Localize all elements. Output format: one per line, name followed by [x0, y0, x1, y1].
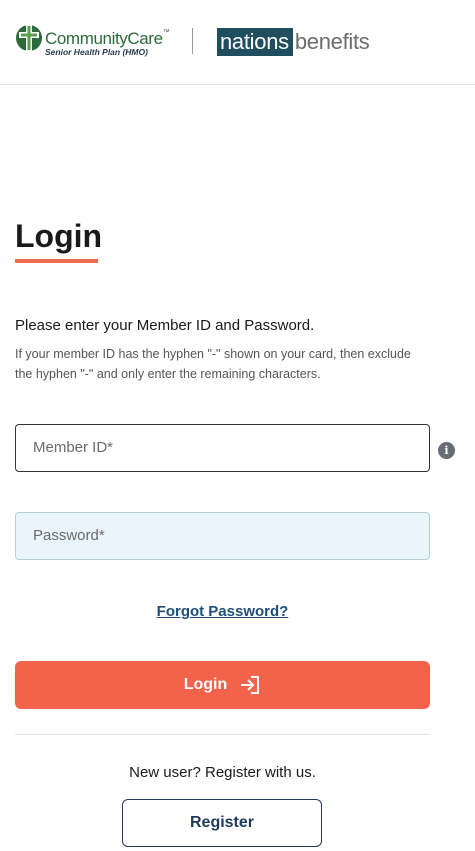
brand-subtitle: Senior Health Plan (HMO): [45, 47, 148, 57]
register-button[interactable]: Register: [122, 799, 322, 847]
nationsbenefits-logo[interactable]: nations benefits: [217, 28, 370, 56]
info-icon[interactable]: i: [438, 442, 455, 459]
member-id-input[interactable]: Member ID*: [15, 424, 430, 472]
brand-name-care: Care: [127, 29, 163, 48]
header-divider: [192, 28, 193, 54]
register-prompt: New user? Register with us.: [129, 764, 316, 781]
member-id-placeholder: Member ID*: [33, 439, 114, 456]
member-id-help-text: If your member ID has the hyphen "-" sho…: [15, 347, 411, 381]
brand-name: CommunityCare™: [45, 29, 170, 49]
communitycare-logo[interactable]: CommunityCare™ Senior Health Plan (HMO): [15, 22, 175, 62]
login-button[interactable]: Login: [15, 661, 430, 709]
login-button-label: Login: [183, 676, 228, 693]
partner-name-plain: benefits: [294, 29, 370, 54]
partner-name-boxed: nations: [217, 28, 293, 56]
title-underline: [15, 259, 98, 263]
brand-name-community: Community: [45, 29, 128, 48]
login-instruction: Please enter your Member ID and Password…: [15, 317, 315, 334]
password-placeholder: Password*: [33, 527, 105, 544]
cross-logo-icon: [16, 24, 42, 52]
header-bar: CommunityCare™ Senior Health Plan (HMO) …: [0, 0, 475, 85]
forgot-password-link[interactable]: Forgot Password?: [0, 603, 445, 620]
password-input[interactable]: Password*: [15, 512, 430, 560]
brand-trademark: ™: [162, 29, 170, 36]
page-title: Login: [15, 218, 103, 254]
register-button-label: Register: [189, 814, 255, 831]
sign-in-icon: [241, 676, 260, 694]
divider: [15, 734, 430, 735]
